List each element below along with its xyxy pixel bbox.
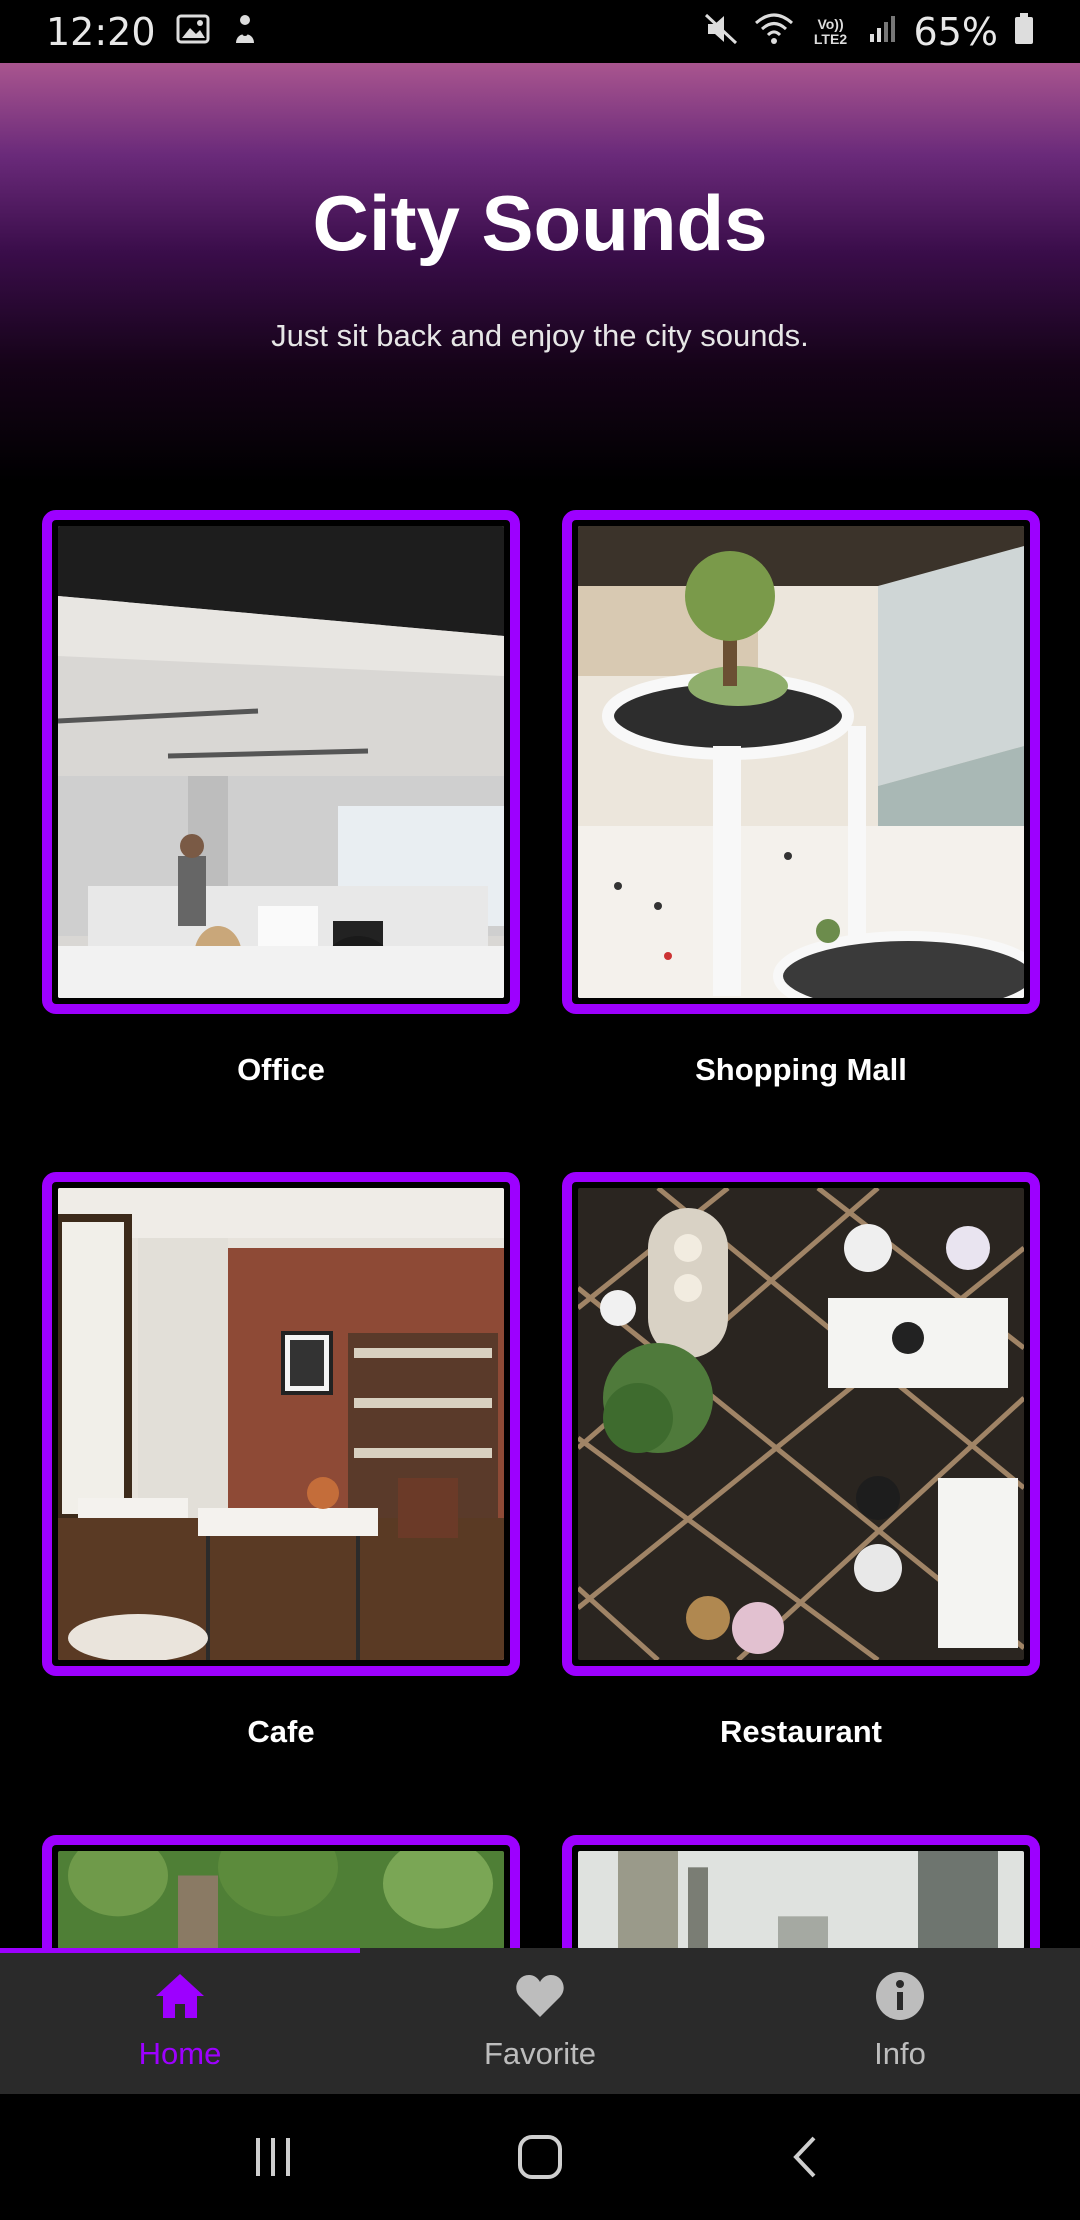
card-frame	[42, 510, 520, 1014]
card-label-shopping-mall: Shopping Mall	[695, 1052, 907, 1087]
cafe-image	[58, 1188, 504, 1660]
status-bar: 12:20 Vo)) LTE2 65%	[0, 0, 1080, 63]
app-notification-icon	[230, 13, 260, 50]
info-icon	[874, 1970, 926, 2022]
sound-card-city[interactable]	[562, 1835, 1040, 1955]
status-time: 12:20	[46, 9, 156, 54]
gallery-notification-icon	[176, 14, 210, 49]
page-title: City Sounds	[312, 179, 768, 267]
nav-info[interactable]: Info	[720, 1948, 1080, 2094]
city-image	[578, 1851, 1024, 1949]
signal-icon	[868, 14, 898, 49]
battery-icon	[1014, 13, 1034, 50]
sound-card-office[interactable]: Office	[42, 510, 520, 1088]
recent-apps-button[interactable]	[238, 2122, 308, 2192]
home-button[interactable]	[505, 2122, 575, 2192]
nav-favorite[interactable]: Favorite	[360, 1948, 720, 2094]
card-frame	[562, 1835, 1040, 1955]
active-tab-indicator	[0, 1948, 360, 1953]
card-frame	[562, 1172, 1040, 1676]
network-label: Vo)) LTE2	[813, 15, 848, 47]
bottom-navigation: Home Favorite Info	[0, 1948, 1080, 2094]
restaurant-image	[578, 1188, 1024, 1660]
mute-icon	[704, 13, 738, 50]
sound-card-shopping-mall[interactable]: Shopping Mall	[562, 510, 1040, 1088]
nav-home-label: Home	[138, 2036, 222, 2071]
header: City Sounds Just sit back and enjoy the …	[0, 63, 1080, 483]
battery-percentage: 65%	[913, 9, 998, 54]
sound-card-park[interactable]	[42, 1835, 520, 1955]
wifi-icon	[754, 13, 794, 50]
nav-home[interactable]: Home	[0, 1948, 360, 2094]
page-subtitle: Just sit back and enjoy the city sounds.	[271, 318, 809, 353]
card-label-cafe: Cafe	[247, 1714, 315, 1749]
card-frame	[562, 510, 1040, 1014]
office-image	[58, 526, 504, 998]
nav-favorite-label: Favorite	[484, 2036, 596, 2071]
back-button[interactable]	[772, 2122, 842, 2192]
sound-card-restaurant[interactable]: Restaurant	[562, 1172, 1040, 1750]
card-label-office: Office	[237, 1052, 325, 1087]
card-frame	[42, 1835, 520, 1955]
home-icon	[154, 1970, 206, 2022]
system-navigation-bar	[0, 2094, 1080, 2220]
nav-info-label: Info	[874, 2036, 926, 2071]
shopping-mall-image	[578, 526, 1024, 998]
park-image	[58, 1851, 504, 1949]
card-frame	[42, 1172, 520, 1676]
card-label-restaurant: Restaurant	[720, 1714, 882, 1749]
sound-card-cafe[interactable]: Cafe	[42, 1172, 520, 1750]
heart-icon	[514, 1970, 566, 2022]
app-screen: 12:20 Vo)) LTE2 65% City Sounds Just sit…	[0, 0, 1080, 2220]
